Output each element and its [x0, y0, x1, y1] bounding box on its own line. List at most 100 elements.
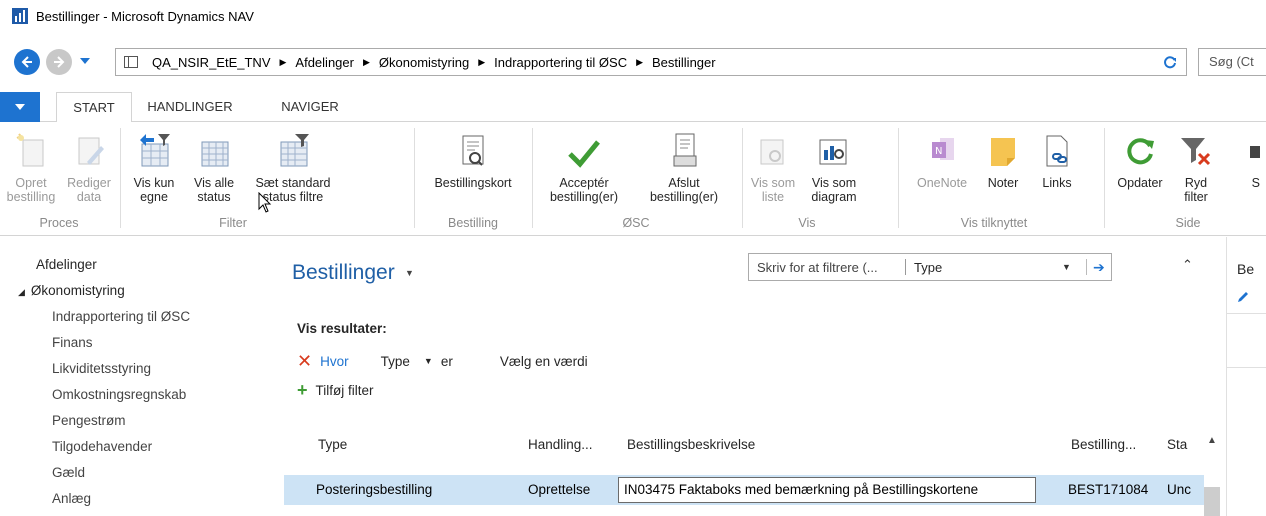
- history-dropdown[interactable]: [78, 54, 92, 68]
- column-header-handling[interactable]: Handling...: [528, 437, 593, 452]
- refresh-icon: [1120, 130, 1160, 170]
- links-label: Links: [1042, 176, 1072, 190]
- tab-naviger[interactable]: NAVIGER: [272, 92, 348, 122]
- page-title[interactable]: Bestillinger: [292, 261, 395, 285]
- filter-input[interactable]: Skriv for at filtrere (...: [749, 260, 905, 275]
- quick-filter[interactable]: Skriv for at filtrere (... Type ▼ ➔: [748, 253, 1112, 281]
- vis-alle-label-2: status: [197, 190, 231, 204]
- filter-field-select[interactable]: Type: [914, 260, 1062, 275]
- ryd-label-1: Ryd: [1184, 176, 1208, 190]
- cell-handling[interactable]: Oprettelse: [528, 482, 590, 497]
- sticky-note-icon: [983, 130, 1023, 170]
- vertical-scrollbar[interactable]: ▲: [1204, 427, 1220, 516]
- address-field[interactable]: QA_NSIR_EtE_TNV ▶ Afdelinger ▶ Økonomist…: [115, 48, 1187, 76]
- nav-item-tilgodehavender[interactable]: Tilgodehavender: [52, 439, 152, 454]
- edit-document-icon: [69, 130, 109, 170]
- more-ribbon-button[interactable]: S: [1222, 130, 1266, 190]
- remove-filter-icon[interactable]: ✕: [297, 352, 312, 370]
- tab-start[interactable]: START: [56, 92, 132, 123]
- nav-okonomistyring[interactable]: ◢ Økonomistyring: [18, 283, 125, 298]
- group-proces: Proces: [39, 216, 79, 230]
- links-button[interactable]: Links: [1034, 130, 1080, 190]
- address-bar: QA_NSIR_EtE_TNV ▶ Afdelinger ▶ Økonomist…: [0, 42, 1266, 82]
- chevron-down-icon[interactable]: ▼: [405, 268, 414, 278]
- afslut-bestillinger-button[interactable]: Afslut bestilling(er): [634, 130, 734, 204]
- opret-bestilling-button[interactable]: Opret bestilling: [4, 130, 58, 204]
- group-divider: [1104, 128, 1105, 228]
- rediger-label-1: Rediger: [67, 176, 111, 190]
- nav-item-omkostningsregnskab[interactable]: Omkostningsregnskab: [52, 387, 186, 402]
- vis-som-diagram-button[interactable]: Vis som diagram: [802, 130, 866, 204]
- document-print-icon: [664, 130, 704, 170]
- nav-afdelinger[interactable]: Afdelinger: [36, 257, 97, 272]
- accepter-bestillinger-button[interactable]: Acceptér bestilling(er): [538, 130, 630, 204]
- s-label: S: [1251, 176, 1260, 190]
- bestillingskort-button[interactable]: Bestillingskort: [420, 130, 526, 190]
- vis-som-liste-button[interactable]: Vis som liste: [748, 130, 798, 204]
- column-header-type[interactable]: Type: [318, 437, 347, 452]
- add-filter-button[interactable]: + Tilføj filter: [297, 381, 374, 399]
- breadcrumb-separator-icon: ▶: [478, 56, 486, 67]
- noter-button[interactable]: Noter: [980, 130, 1026, 190]
- opret-label-2: bestilling: [6, 190, 56, 204]
- column-header-bestilling[interactable]: Bestilling...: [1071, 437, 1136, 452]
- column-header-bestillingsbeskrivelse[interactable]: Bestillingsbeskrivelse: [627, 437, 755, 452]
- group-vis: Vis: [798, 216, 816, 230]
- table-row[interactable]: Posteringsbestilling Oprettelse IN03475 …: [284, 475, 1204, 505]
- table-icon: [194, 130, 234, 170]
- nav-item-anlaeg[interactable]: Anlæg: [52, 491, 91, 506]
- application-menu-button[interactable]: [0, 92, 40, 122]
- ryd-label-2: filter: [1184, 190, 1208, 204]
- refresh-icon[interactable]: [1162, 54, 1178, 70]
- pencil-icon[interactable]: [1237, 291, 1249, 306]
- breadcrumb-afdelinger[interactable]: Afdelinger: [295, 55, 354, 70]
- breadcrumb-company[interactable]: QA_NSIR_EtE_TNV: [152, 55, 271, 70]
- cell-type[interactable]: Posteringsbestilling: [316, 482, 432, 497]
- forward-button[interactable]: [46, 49, 72, 75]
- breadcrumb-bestillinger[interactable]: Bestillinger: [652, 55, 716, 70]
- afslut-label-2: bestilling(er): [649, 190, 719, 204]
- nav-item-gaeld[interactable]: Gæld: [52, 465, 85, 480]
- chevron-down-icon[interactable]: ▼: [1062, 262, 1080, 272]
- vis-alle-status-button[interactable]: Vis alle status: [186, 130, 242, 204]
- vis-kun-egne-button[interactable]: Vis kun egne: [126, 130, 182, 204]
- cell-bestilling[interactable]: BEST171084: [1068, 482, 1148, 497]
- checkmark-icon: [564, 130, 604, 170]
- scroll-thumb[interactable]: [1204, 487, 1220, 516]
- dynamics-nav-logo-icon: [12, 8, 28, 24]
- chevron-up-icon[interactable]: ⌃: [1182, 257, 1193, 273]
- navigation-pane: Afdelinger ◢ Økonomistyring Indrapporteri…: [0, 237, 262, 516]
- ryd-filter-button[interactable]: Ryd filter: [1174, 130, 1218, 204]
- breadcrumb-separator-icon: ▶: [279, 56, 287, 67]
- chevron-up-icon[interactable]: ▲: [1204, 435, 1220, 449]
- afslut-label-1: Afslut: [668, 176, 700, 190]
- back-button[interactable]: [14, 49, 40, 75]
- tab-handlinger[interactable]: HANDLINGER: [140, 92, 240, 122]
- mouse-cursor-icon: [258, 192, 272, 213]
- factbox-title: Be: [1237, 261, 1255, 277]
- rediger-data-button[interactable]: Rediger data: [64, 130, 114, 204]
- onenote-button[interactable]: N OneNote: [908, 130, 976, 190]
- link-icon: [1037, 130, 1077, 170]
- search-input[interactable]: Søg (Ct: [1198, 48, 1266, 76]
- cell-status[interactable]: Unc: [1167, 482, 1191, 497]
- saet-label-1: Sæt standard: [255, 176, 331, 190]
- nav-item-finans[interactable]: Finans: [52, 335, 93, 350]
- chevron-down-icon[interactable]: ▼: [424, 356, 433, 366]
- vis-diagram-label-2: diagram: [811, 190, 857, 204]
- column-header-status[interactable]: Sta: [1167, 437, 1187, 452]
- nav-item-indrapportering[interactable]: Indrapportering til ØSC: [52, 309, 190, 324]
- filter-value-input[interactable]: Vælg en værdi: [500, 354, 588, 369]
- nav-item-pengestrom[interactable]: Pengestrøm: [52, 413, 126, 428]
- breadcrumb-okonomistyring[interactable]: Økonomistyring: [379, 55, 469, 70]
- ribbon: Opret bestilling Rediger data Proces Vis…: [0, 122, 1266, 236]
- filter-field-label[interactable]: Type: [381, 354, 410, 369]
- table-icon: [124, 56, 138, 68]
- vis-diagram-label-1: Vis som: [811, 176, 857, 190]
- divider: [1227, 367, 1266, 368]
- arrow-right-icon[interactable]: ➔: [1093, 259, 1111, 276]
- opdater-button[interactable]: Opdater: [1110, 130, 1170, 190]
- nav-item-likviditetsstyring[interactable]: Likviditetsstyring: [52, 361, 151, 376]
- cell-bestillingsbeskrivelse[interactable]: IN03475 Faktaboks med bemærkning på Best…: [624, 482, 978, 497]
- breadcrumb-indrapportering[interactable]: Indrapportering til ØSC: [494, 55, 627, 70]
